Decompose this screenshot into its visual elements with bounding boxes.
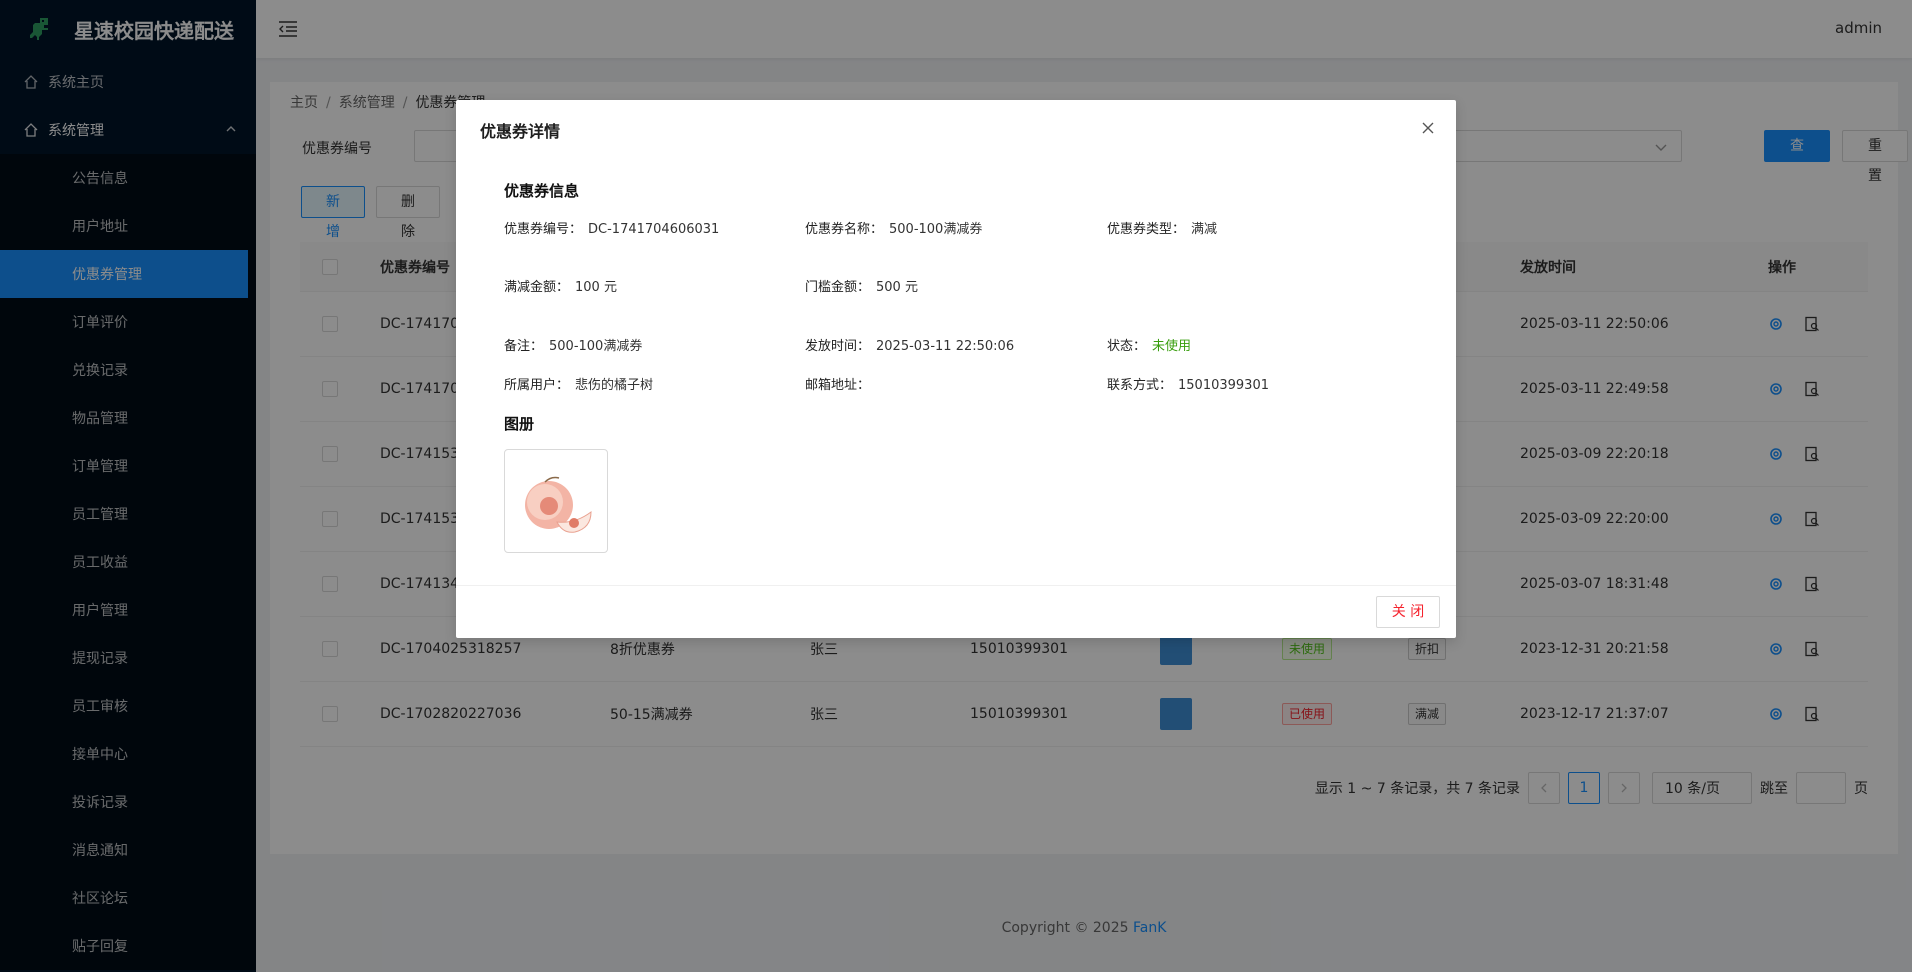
field-name: 优惠券名称： 500-100满减券 [805,218,982,237]
field-amount: 满减金额： 100 元 [504,276,617,295]
field-value: 500-100满减券 [889,222,983,237]
field-key: 门槛金额： [805,280,871,295]
close-icon[interactable] [1420,120,1436,136]
close-button[interactable]: 关 闭 [1376,596,1440,628]
field-value: 500 元 [876,280,918,295]
section-coupon-info: 优惠券信息 [504,182,580,200]
modal-footer: 关 闭 [456,585,1456,638]
modal-title: 优惠券详情 [480,122,561,141]
field-type: 优惠券类型： 满减 [1107,218,1217,237]
field-key: 优惠券类型： [1107,222,1186,237]
field-key: 所属用户： [504,378,570,393]
field-value: 2025-03-11 22:50:06 [876,339,1015,354]
field-time: 发放时间： 2025-03-11 22:50:06 [805,335,1014,354]
field-value: 500-100满减券 [549,339,643,354]
coupon-detail-modal: 优惠券详情 优惠券信息 优惠券编号： DC-1741704606031 优惠券名称… [456,100,1456,638]
gallery-image-card[interactable] [504,449,608,553]
field-key: 满减金额： [504,280,570,295]
field-contact: 联系方式： 15010399301 [1107,374,1269,393]
modal-header: 优惠券详情 [456,100,1456,156]
field-owner: 所属用户： 悲伤的橘子树 [504,374,653,393]
field-remark: 备注： 500-100满减券 [504,335,642,354]
section-gallery: 图册 [504,415,535,433]
field-threshold: 门槛金额： 500 元 [805,276,918,295]
field-value: DC-1741704606031 [588,222,720,237]
field-key: 备注： [504,339,544,354]
peach-image[interactable] [505,450,607,552]
field-code: 优惠券编号： DC-1741704606031 [504,218,719,237]
field-value: 15010399301 [1178,378,1269,393]
field-value: 悲伤的橘子树 [575,378,654,393]
field-status: 状态： 未使用 [1107,335,1191,354]
field-key: 优惠券名称： [805,222,884,237]
field-key: 优惠券编号： [504,222,583,237]
field-key: 联系方式： [1107,378,1173,393]
field-key: 状态： [1107,339,1147,354]
status-value: 未使用 [1152,339,1192,354]
field-email: 邮箱地址： [805,374,876,393]
field-key: 邮箱地址： [805,378,871,393]
field-key: 发放时间： [805,339,871,354]
field-value: 100 元 [575,280,617,295]
field-value: 满减 [1191,222,1218,237]
